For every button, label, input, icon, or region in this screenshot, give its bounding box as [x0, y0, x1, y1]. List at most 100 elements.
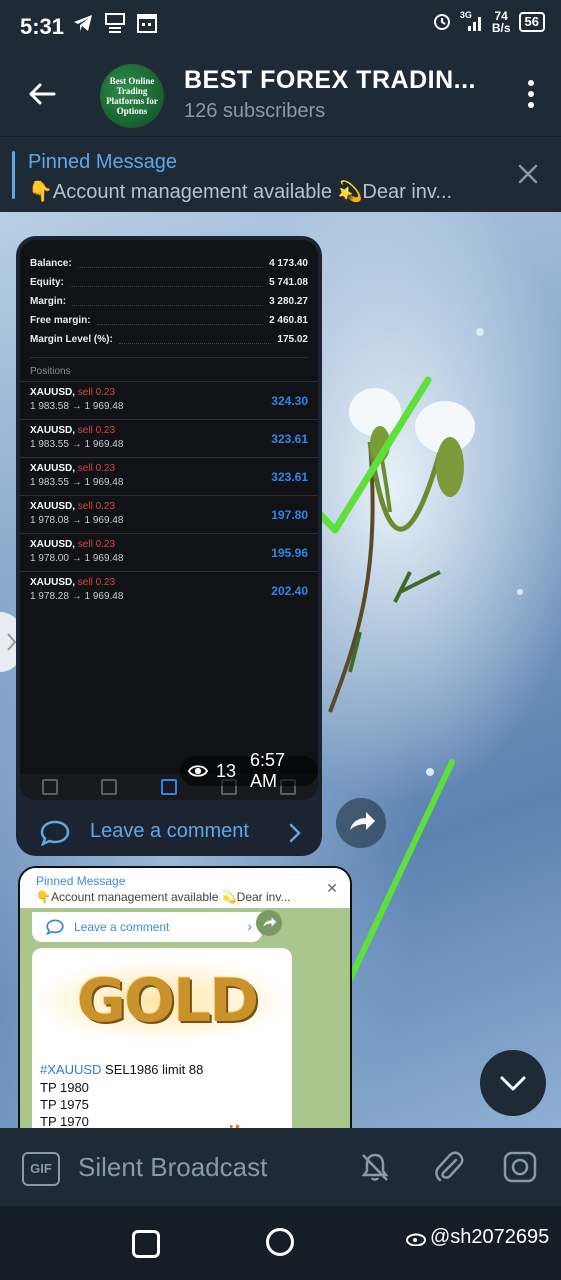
position-symbol: XAUUSD, sell 0.23 — [30, 387, 115, 398]
gold-signal-message: GOLD #XAUUSD SEL1986 limit 88 TP 1980 TP… — [32, 948, 292, 1130]
position-symbol-name: XAUUSD, — [30, 463, 76, 474]
account-row: Free margin: 2 460.81 — [30, 311, 308, 330]
hashtag-link[interactable]: #XAUUSD — [40, 1062, 101, 1077]
account-label: Margin: — [30, 296, 67, 307]
network-speed: 74 B/s — [492, 10, 511, 34]
position-row[interactable]: XAUUSD, sell 0.23 1 983.55 → 1 969.48 323.… — [20, 457, 318, 495]
leave-comment-button[interactable]: Leave a comment — [16, 808, 322, 856]
silent-bell-button[interactable] — [358, 1150, 392, 1184]
more-menu-button[interactable] — [527, 80, 535, 110]
tp-line-1: TP 1980 — [40, 1080, 89, 1095]
close-icon — [518, 164, 538, 184]
scroll-down-button[interactable] — [480, 1050, 546, 1116]
trading-screenshot[interactable]: Balance: 4 173.40 Equity: 5 741.08 Margin: 3 … — [20, 240, 318, 800]
pinned-indicator — [12, 151, 15, 199]
embedded-pinned-text: 👇Account management available 💫Dear inv.… — [36, 890, 291, 904]
account-summary: Balance: 4 173.40 Equity: 5 741.08 Margin: 3 … — [20, 240, 318, 349]
message-bubble-gold-screenshot[interactable]: Pinned Message 👇Account management avail… — [18, 866, 352, 1132]
status-time: 5:31 — [20, 14, 65, 39]
dot-icon — [528, 91, 534, 97]
position-symbol-name: XAUUSD, — [30, 539, 76, 550]
position-prices: 1 983.55 → 1 969.48 — [30, 439, 124, 450]
embedded-comment-row: Leave a comment › — [32, 912, 262, 942]
back-button[interactable] — [24, 76, 60, 112]
watermark-handle: @sh2072695 — [430, 1226, 550, 1248]
position-prices: 1 983.58 → 1 969.48 — [30, 401, 124, 412]
position-profit: 197.80 — [271, 508, 308, 522]
account-label: Free margin: — [30, 315, 91, 326]
comment-icon — [46, 919, 64, 935]
attach-button[interactable] — [432, 1150, 466, 1184]
paperclip-icon — [435, 1151, 464, 1182]
message-bubble-screenshot[interactable]: Balance: 4 173.40 Equity: 5 741.08 Margin: 3 … — [16, 236, 322, 856]
dotted-leader — [77, 259, 264, 268]
position-row[interactable]: XAUUSD, sell 0.23 1 983.55 → 1 969.48 323.… — [20, 419, 318, 457]
position-row[interactable]: XAUUSD, sell 0.23 1 978.08 → 1 969.48 197.… — [20, 495, 318, 533]
tp-line-2: TP 1975 — [40, 1097, 89, 1112]
calendar-icon — [136, 12, 158, 34]
camera-button[interactable] — [502, 1150, 537, 1184]
leave-comment-label: Leave a comment — [90, 820, 249, 842]
pinned-text: 👇Account management available 💫Dear inv.… — [28, 181, 453, 203]
avatar-text: Best Online Trading Platforms for Option… — [106, 76, 158, 116]
home-button[interactable] — [266, 1228, 294, 1256]
share-arrow-icon — [350, 812, 375, 830]
view-count: 13 — [215, 760, 237, 781]
position-symbol-name: XAUUSD, — [30, 577, 76, 588]
gif-button[interactable]: GIF — [22, 1152, 60, 1186]
position-profit: 202.40 — [271, 584, 308, 598]
quotes-icon — [101, 779, 118, 795]
embedded-pinned-title: Pinned Message — [36, 874, 126, 888]
position-side: sell 0.23 — [77, 539, 116, 550]
recent-apps-button[interactable] — [132, 1230, 160, 1258]
watermark: @sh2072695 — [406, 1226, 549, 1249]
position-symbol-name: XAUUSD, — [30, 425, 76, 436]
account-value: 4 173.40 — [269, 258, 308, 269]
account-row: Margin: 3 280.27 — [30, 292, 308, 311]
close-icon: ✕ — [326, 880, 338, 896]
dotted-leader — [69, 278, 264, 287]
account-row: Balance: 4 173.40 — [30, 254, 308, 273]
position-side: sell 0.23 — [77, 387, 116, 398]
position-symbol-name: XAUUSD, — [30, 387, 76, 398]
equalizer-icon — [104, 12, 126, 34]
message-input[interactable]: Silent Broadcast — [78, 1152, 267, 1183]
eye-icon — [188, 765, 208, 777]
position-symbol: XAUUSD, sell 0.23 — [30, 539, 115, 550]
account-row: Equity: 5 741.08 — [30, 273, 308, 292]
account-value: 2 460.81 — [269, 315, 308, 326]
subscriber-count: 126 subscribers — [184, 100, 326, 122]
position-side: sell 0.23 — [77, 463, 116, 474]
position-side: sell 0.23 — [77, 425, 116, 436]
dot-icon — [528, 102, 534, 108]
position-prices: 1 978.08 → 1 969.48 — [30, 515, 124, 526]
pinned-close-button[interactable] — [517, 163, 539, 185]
signal-order: SEL1986 limit 88 — [101, 1062, 204, 1077]
position-row[interactable]: XAUUSD, sell 0.23 1 983.58 → 1 969.48 324.… — [20, 381, 318, 419]
camera-icon — [503, 1151, 537, 1183]
positions-list: XAUUSD, sell 0.23 1 983.58 → 1 969.48 324.… — [20, 381, 318, 609]
position-prices: 1 978.28 → 1 969.48 — [30, 591, 124, 602]
account-value: 5 741.08 — [269, 277, 308, 288]
battery-indicator: 56 — [518, 12, 545, 32]
share-button[interactable] — [336, 798, 386, 848]
channel-avatar[interactable]: Best Online Trading Platforms for Option… — [100, 64, 164, 128]
channel-title[interactable]: BEST FOREX TRADIN... — [184, 66, 476, 95]
position-symbol: XAUUSD, sell 0.23 — [30, 577, 115, 588]
position-symbol-name: XAUUSD, — [30, 501, 76, 512]
account-row: Margin Level (%): 175.02 — [30, 330, 308, 349]
telegram-icon — [72, 12, 94, 34]
position-side: sell 0.23 — [77, 577, 116, 588]
position-symbol: XAUUSD, sell 0.23 — [30, 425, 115, 436]
dot-icon — [528, 80, 534, 86]
signal-icon: 3G — [460, 10, 484, 32]
embedded-comment-label: Leave a comment — [74, 920, 170, 934]
channel-header: Best Online Trading Platforms for Option… — [0, 52, 561, 136]
chevron-right-icon: › — [247, 918, 252, 934]
position-symbol: XAUUSD, sell 0.23 — [30, 463, 115, 474]
sort-icon — [41, 779, 58, 795]
pinned-message-bar[interactable]: Pinned Message 👇Account management avail… — [0, 136, 561, 213]
account-value: 175.02 — [277, 334, 308, 345]
position-row[interactable]: XAUUSD, sell 0.23 1 978.28 → 1 969.48 202.… — [20, 571, 318, 609]
position-row[interactable]: XAUUSD, sell 0.23 1 978.00 → 1 969.48 195.… — [20, 533, 318, 571]
